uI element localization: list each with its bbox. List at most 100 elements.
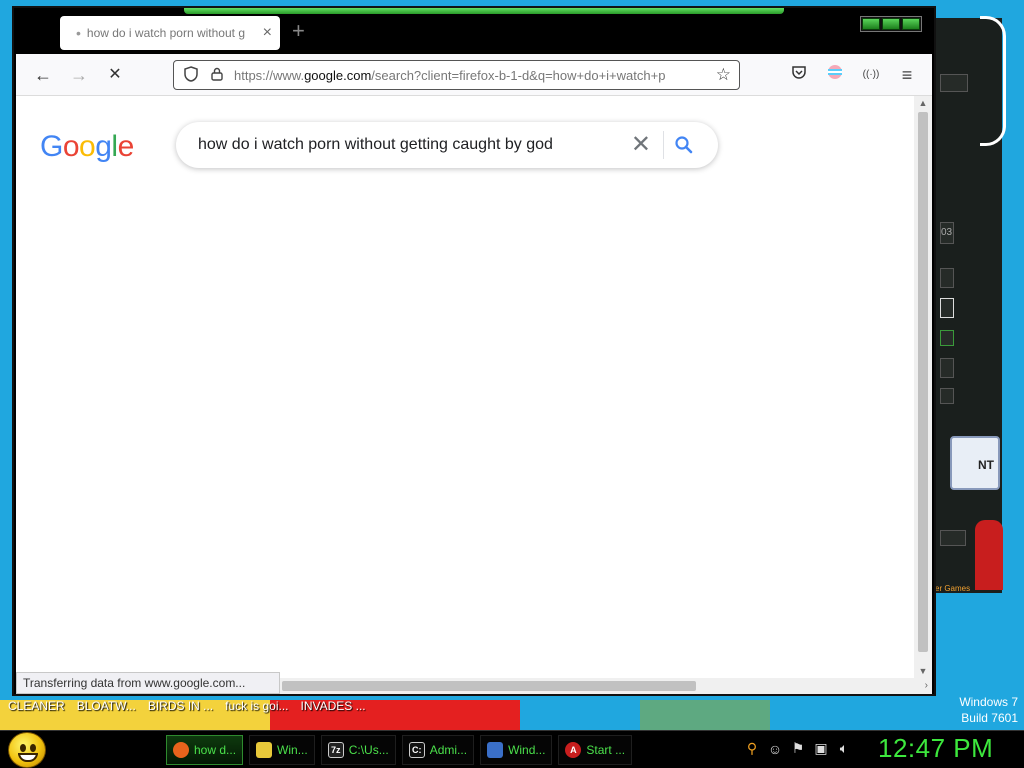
status-bar: Transferring data from www.google.com... <box>16 672 280 694</box>
start-button[interactable] <box>8 732 46 768</box>
search-icon[interactable]: ⚲ <box>744 740 760 757</box>
logo-letter: o <box>62 130 80 163</box>
scroll-right-icon[interactable]: › <box>925 678 928 694</box>
taskbar-item-cmd[interactable]: C: Admi... <box>401 735 475 765</box>
anarchy-icon: A <box>565 742 582 758</box>
firefox-icon <box>173 742 189 758</box>
desktop-icon-label[interactable]: CLEANER <box>8 699 65 713</box>
background-app-window[interactable]: 03 <box>932 16 1006 593</box>
desktop-icon-label[interactable]: INVADES ... <box>301 699 366 713</box>
taskbar-item-7zip[interactable]: 7z C:\Us... <box>320 735 396 765</box>
page-content: Google how do i watch porn without getti… <box>16 96 914 678</box>
maximize-button[interactable] <box>882 18 900 30</box>
pocket-icon[interactable] <box>788 64 810 86</box>
bookmark-star-icon[interactable]: ☆ <box>716 65 731 85</box>
stop-loading-icon[interactable]: ✕ <box>104 64 126 86</box>
title-bar-accent <box>184 8 784 14</box>
minimize-button[interactable] <box>862 18 880 30</box>
close-window-button[interactable] <box>902 18 920 30</box>
taskbar-item-label: how d... <box>194 743 237 757</box>
loading-dot-icon: • <box>76 25 81 41</box>
horizontal-scroll-thumb[interactable] <box>282 681 696 691</box>
wallpaper-green-region <box>640 700 770 730</box>
title-bar[interactable]: • how do i watch porn without g × + <box>14 8 934 54</box>
taskbar-clock[interactable]: 12:47 PM <box>878 733 993 764</box>
background-app-tag: NT <box>950 436 1000 490</box>
search-icon[interactable] <box>664 135 704 155</box>
os-name: Windows 7 <box>959 695 1018 709</box>
7zip-icon: 7z <box>327 742 344 758</box>
url-prefix: https://www. <box>234 67 305 83</box>
background-app-button[interactable] <box>940 530 966 546</box>
scroll-up-icon[interactable]: ▲ <box>914 96 932 110</box>
address-bar[interactable]: https://www.google.com/search?client=fir… <box>173 60 740 90</box>
navigation-toolbar: ← → ✕ https://www.google.com/search?clie… <box>16 54 932 96</box>
desktop-icon-label[interactable]: BLOATW... <box>77 699 136 713</box>
taskbar-item-explorer[interactable]: Win... <box>249 735 315 765</box>
hamburger-menu-icon[interactable]: ≡ <box>896 64 918 86</box>
taskbar-item-start[interactable]: A Start ... <box>558 735 633 765</box>
background-app-red-shape <box>975 520 1003 590</box>
network-icon[interactable]: ▣ <box>813 740 829 757</box>
taskbar-item-label: Admi... <box>429 743 468 757</box>
taskbar-item-firefox[interactable]: how d... <box>166 735 244 765</box>
taskbar: how d... Win... 7z C:\Us... C: Admi... W… <box>0 730 1024 768</box>
os-build: Build 7601 <box>961 711 1018 725</box>
extension-flag-icon[interactable] <box>824 64 846 86</box>
lock-icon[interactable] <box>208 67 226 84</box>
windows-version-watermark: Windows 7 Build 7601 <box>959 694 1018 726</box>
url-domain: google.com <box>304 67 372 83</box>
extension-icon[interactable]: ((·)) <box>860 64 882 86</box>
logo-letter: o <box>79 130 96 163</box>
clear-search-icon[interactable]: ✕ <box>619 131 664 159</box>
action-center-flag-icon[interactable]: ⚑ <box>790 740 806 757</box>
background-app-panel <box>940 74 968 92</box>
volume-icon[interactable]: 🔈︎ <box>836 740 852 757</box>
tab-title: how do i watch porn without g <box>86 26 245 40</box>
smiley-eye-icon <box>20 744 26 752</box>
firefox-window[interactable]: • how do i watch porn without g × + ← → … <box>12 6 936 696</box>
taskbar-item-windows-update[interactable]: Wind... <box>480 735 553 765</box>
desktop-icon-label[interactable]: fuck is goi... <box>225 699 288 713</box>
taskbar-item-label: Win... <box>277 743 308 757</box>
vertical-scrollbar[interactable]: ▲ ▼ <box>914 96 932 678</box>
close-tab-icon[interactable]: × <box>263 24 272 42</box>
cmd-icon: C: <box>408 742 425 758</box>
background-app-dropdown[interactable] <box>940 330 954 346</box>
tracking-shield-icon[interactable] <box>182 65 200 85</box>
google-logo[interactable]: Google <box>40 130 134 164</box>
taskbar-items: how d... Win... 7z C:\Us... C: Admi... W… <box>166 735 633 765</box>
logo-letter: e <box>117 130 135 163</box>
desktop-icon-labels: CLEANER BLOATW... BIRDS IN ... fuck is g… <box>8 699 366 713</box>
browser-tab[interactable]: • how do i watch porn without g × <box>60 16 280 50</box>
background-app-field[interactable] <box>940 268 954 288</box>
smiley-mouth-icon <box>18 753 38 762</box>
background-app-field[interactable] <box>940 358 954 378</box>
system-tray: ⚲ ☺ ⚑ ▣ 🔈︎ <box>744 740 852 757</box>
background-app-field[interactable] <box>940 298 954 318</box>
folder-icon <box>256 742 273 758</box>
desktop-icon-label[interactable]: BIRDS IN ... <box>148 699 213 713</box>
smiley-eye-icon <box>30 744 36 752</box>
back-icon[interactable]: ← <box>32 64 54 86</box>
search-box[interactable]: how do i watch porn without getting caug… <box>176 122 718 168</box>
forward-icon[interactable]: → <box>68 64 90 86</box>
logo-letter: g <box>95 130 112 163</box>
background-app-field[interactable] <box>940 388 954 404</box>
url-path: /search?client=firefox-b-1-d&q=how+do+i+… <box>371 67 666 83</box>
taskbar-item-label: C:\Us... <box>348 743 389 757</box>
messenger-icon[interactable]: ☺ <box>767 741 783 757</box>
taskbar-item-label: Wind... <box>508 743 546 757</box>
windows-update-icon <box>487 742 504 758</box>
url-text: https://www.google.com/search?client=fir… <box>234 68 710 83</box>
scroll-down-icon[interactable]: ▼ <box>914 664 932 678</box>
new-tab-button[interactable]: + <box>292 20 305 42</box>
logo-letter: G <box>40 130 63 163</box>
vertical-scroll-thumb[interactable] <box>918 112 928 652</box>
taskbar-item-label: Start ... <box>586 743 626 757</box>
window-controls <box>860 16 922 32</box>
background-app-frame <box>980 16 1006 146</box>
search-input[interactable]: how do i watch porn without getting caug… <box>198 136 619 154</box>
background-app-counter: 03 <box>940 222 954 244</box>
background-app-footer: er Games <box>935 584 971 593</box>
